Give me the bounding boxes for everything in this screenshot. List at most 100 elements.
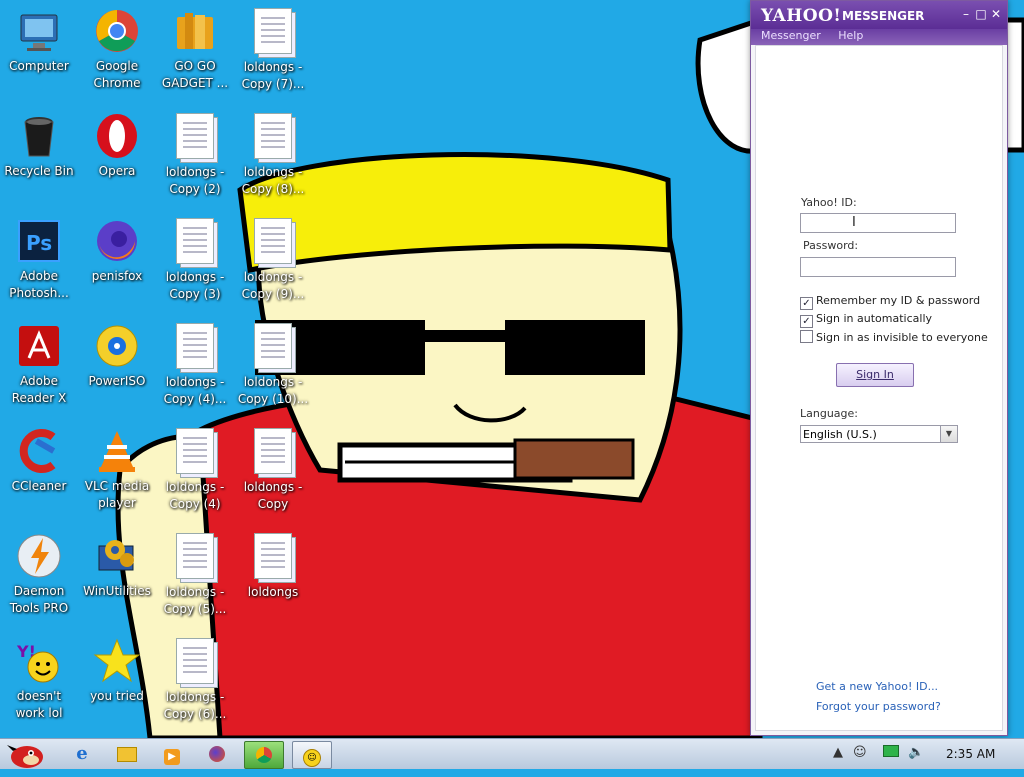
firefox-icon: [93, 217, 141, 265]
clock[interactable]: 2:35 AM: [946, 747, 995, 761]
svg-text:Ps: Ps: [26, 231, 52, 255]
language-select[interactable]: English (U.S.) ▼: [800, 425, 958, 443]
desktop-icon[interactable]: WinUtilities: [78, 529, 156, 629]
recycle-bin-icon: [15, 112, 63, 160]
menu-messenger[interactable]: Messenger: [761, 29, 821, 42]
desktop-icon[interactable]: Daemon Tools PRO: [0, 529, 78, 629]
taskbar: e ▶ ☺ ▲ ☺ 🔈 2:35 AM: [0, 738, 1024, 769]
minimize-icon[interactable]: –: [959, 7, 973, 21]
desktop-icon[interactable]: Recycle Bin: [0, 109, 78, 209]
menu-help[interactable]: Help: [838, 29, 863, 42]
folder-icon[interactable]: [108, 741, 146, 767]
desktop-icon[interactable]: Computer: [0, 4, 78, 104]
checkbox-auto-box[interactable]: ✓: [800, 315, 813, 328]
chrome-icon: [93, 7, 141, 55]
maximize-icon[interactable]: □: [974, 7, 988, 21]
desktop-icon[interactable]: loldongs - Copy (5)...: [156, 529, 234, 629]
desktop-icon[interactable]: you tried: [78, 634, 156, 734]
start-orb-icon[interactable]: [4, 741, 46, 768]
document-icon: [249, 323, 297, 371]
yahoo-messenger-window[interactable]: YAHOO! MESSENGER – □ ✕ Messenger Help Ya…: [750, 0, 1008, 736]
computer-icon: [15, 7, 63, 55]
desktop-icon[interactable]: CCleaner: [0, 424, 78, 524]
chevron-down-icon[interactable]: ▼: [940, 426, 957, 442]
photoshop-icon: Ps: [15, 217, 63, 265]
messenger-tray-icon[interactable]: ☺: [853, 745, 867, 760]
document-icon: [249, 428, 297, 476]
ccleaner-icon: [15, 427, 63, 475]
checkbox-remember-box[interactable]: ✓: [800, 297, 813, 310]
desktop-icon[interactable]: Y! doesn't work lol: [0, 634, 78, 734]
login-panel: Yahoo! ID: I Password: ✓ Remember my ID &…: [755, 45, 1003, 731]
desktop-icon[interactable]: loldongs - Copy (7)...: [234, 4, 312, 104]
document-icon: [171, 113, 219, 161]
get-new-id-link[interactable]: Get a new Yahoo! ID...: [816, 680, 938, 693]
desktop-icon[interactable]: Ps Adobe Photosh...: [0, 214, 78, 314]
text-cursor-icon: I: [852, 215, 856, 230]
sign-in-button[interactable]: Sign In: [836, 363, 914, 387]
show-hidden-icons-icon[interactable]: ▲: [833, 745, 843, 760]
document-icon: [171, 428, 219, 476]
desktop-icon[interactable]: loldongs - Copy (2): [156, 109, 234, 209]
desktop-icon[interactable]: loldongs - Copy (4): [156, 424, 234, 524]
chrome-icon[interactable]: [244, 741, 284, 769]
language-value: English (U.S.): [803, 428, 877, 441]
document-icon: [249, 533, 297, 581]
desktop: Computer Google Chrome GO GO GADGET ... lol…: [0, 0, 750, 738]
desktop-icon-label: WinUtilities: [83, 584, 151, 598]
desktop-icon[interactable]: Adobe Reader X: [0, 319, 78, 419]
document-icon: [249, 218, 297, 266]
yahoo-messenger-icon[interactable]: ☺: [292, 741, 332, 769]
invisible-label: Sign in as invisible to everyone: [816, 331, 988, 344]
desktop-icon[interactable]: loldongs: [234, 529, 312, 629]
firefox-icon[interactable]: [198, 741, 236, 767]
menu-bar: Messenger Help: [751, 29, 1007, 45]
desktop-icon-label: loldongs - Copy (7)...: [241, 60, 305, 91]
media-player-icon[interactable]: ▶: [153, 741, 191, 767]
desktop-icon[interactable]: VLC media player: [78, 424, 156, 524]
star-icon: [93, 637, 141, 685]
battery-icon[interactable]: [883, 745, 899, 761]
document-icon: [171, 323, 219, 371]
password-input[interactable]: [800, 257, 956, 277]
desktop-icon-label: PowerISO: [88, 374, 146, 388]
invisible-checkbox[interactable]: Sign in as invisible to everyone: [800, 330, 988, 344]
opera-icon: [93, 112, 141, 160]
desktop-icon[interactable]: loldongs - Copy (3): [156, 214, 234, 314]
desktop-icon[interactable]: loldongs - Copy (4)...: [156, 319, 234, 419]
desktop-icon[interactable]: loldongs - Copy (9)...: [234, 214, 312, 314]
desktop-icon-label: Google Chrome: [93, 59, 141, 90]
poweriso-icon: [93, 322, 141, 370]
checkbox-invisible-box[interactable]: [800, 330, 813, 343]
desktop-icon[interactable]: loldongs - Copy: [234, 424, 312, 524]
desktop-icon[interactable]: Google Chrome: [78, 4, 156, 104]
desktop-icon[interactable]: loldongs - Copy (6)...: [156, 634, 234, 734]
desktop-icon-label: loldongs: [247, 585, 299, 599]
language-label: Language:: [800, 407, 858, 420]
desktop-icon-label: loldongs - Copy (4)...: [163, 375, 227, 406]
volume-icon[interactable]: 🔈: [908, 745, 924, 760]
desktop-icon[interactable]: penisfox: [78, 214, 156, 314]
desktop-icon-label: you tried: [90, 689, 144, 703]
close-icon[interactable]: ✕: [989, 7, 1003, 21]
desktop-icon[interactable]: GO GO GADGET ...: [156, 4, 234, 104]
title-bar[interactable]: YAHOO! MESSENGER – □ ✕: [751, 1, 1007, 29]
desktop-icon-label: loldongs - Copy (2): [165, 165, 225, 196]
remember-label: Remember my ID & password: [816, 294, 981, 307]
document-icon: [171, 218, 219, 266]
desktop-icon[interactable]: loldongs - Copy (8)...: [234, 109, 312, 209]
desktop-icon-label: Recycle Bin: [4, 164, 74, 178]
internet-explorer-icon[interactable]: e: [63, 741, 101, 767]
desktop-icon-label: doesn't work lol: [15, 689, 63, 720]
auto-signin-checkbox[interactable]: ✓ Sign in automatically: [800, 312, 932, 328]
desktop-icon[interactable]: loldongs - Copy (10)...: [234, 319, 312, 419]
desktop-icon-label: Opera: [98, 164, 136, 178]
remember-checkbox[interactable]: ✓ Remember my ID & password: [800, 294, 980, 310]
document-icon: [249, 113, 297, 161]
desktop-icon[interactable]: Opera: [78, 109, 156, 209]
forgot-password-link[interactable]: Forgot your password?: [816, 700, 941, 713]
desktop-icon[interactable]: PowerISO: [78, 319, 156, 419]
desktop-icon-label: Adobe Reader X: [11, 374, 67, 405]
yahoo-id-input[interactable]: I: [800, 213, 956, 233]
desktop-icon-label: loldongs - Copy (3): [165, 270, 225, 301]
